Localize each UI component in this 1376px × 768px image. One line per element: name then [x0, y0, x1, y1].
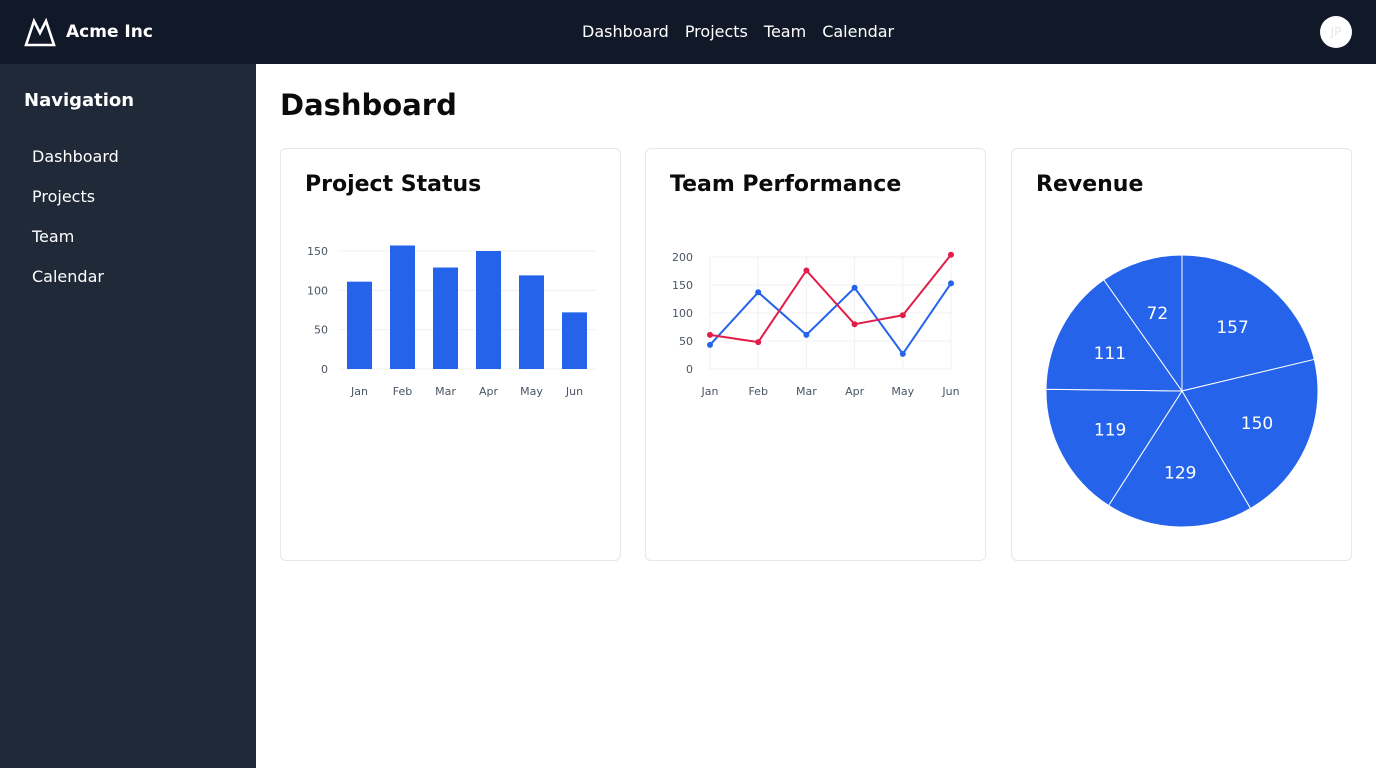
- x-tick-label: Jun: [565, 385, 583, 398]
- sidebar-item-team[interactable]: Team: [32, 227, 74, 246]
- y-tick-label: 0: [321, 363, 328, 376]
- bar: [390, 245, 415, 369]
- data-point: [707, 331, 713, 338]
- sidebar-item-projects[interactable]: Projects: [32, 187, 95, 206]
- revenue-pie-chart: 157 150 129 119 111 72: [1045, 254, 1319, 528]
- x-tick-label: Mar: [435, 385, 456, 398]
- sidebar-title: Navigation: [24, 90, 135, 111]
- data-point: [803, 267, 810, 274]
- team-performance-card: Team Performance 0 50 100 150 200 Jan Feb Mar Ap…: [645, 148, 986, 561]
- series-line-1: [709, 282, 952, 356]
- pie-slice-label: 150: [1241, 414, 1273, 434]
- team-performance-line-chart: 0 50 100 150 200 Jan Feb Mar Apr May Jun: [672, 251, 960, 398]
- x-tick-label: Jan: [701, 385, 719, 398]
- y-tick-label: 100: [307, 284, 328, 297]
- data-point: [851, 284, 858, 291]
- y-tick-label: 150: [672, 279, 693, 292]
- y-tick-label: 100: [672, 307, 693, 320]
- pie-slice-label: 119: [1094, 421, 1126, 441]
- data-point: [851, 321, 858, 328]
- top-nav: Dashboard Projects Team Calendar: [574, 20, 902, 44]
- bar: [347, 281, 372, 369]
- y-tick-label: 150: [307, 245, 328, 258]
- data-point: [948, 251, 954, 258]
- sidebar-item-dashboard[interactable]: Dashboard: [32, 147, 119, 166]
- x-tick-label: Apr: [845, 385, 865, 398]
- bar: [433, 267, 458, 369]
- project-status-card: Project Status 0 50 100 150 Jan Feb Mar Apr May J…: [280, 148, 621, 561]
- pie-slice-label: 111: [1094, 344, 1126, 364]
- data-point: [899, 350, 906, 357]
- x-tick-label: May: [520, 385, 543, 398]
- top-nav-calendar[interactable]: Calendar: [822, 20, 894, 44]
- user-avatar[interactable]: JP: [1320, 16, 1352, 48]
- x-tick-label: Apr: [479, 385, 499, 398]
- data-point: [948, 280, 954, 287]
- bar: [519, 275, 544, 369]
- y-tick-label: 200: [672, 251, 693, 264]
- data-point: [755, 289, 762, 296]
- brand-logo-link[interactable]: Acme Inc: [24, 16, 153, 48]
- series-line-2: [709, 254, 952, 344]
- x-tick-label: Jan: [350, 385, 368, 398]
- y-tick-label: 50: [314, 324, 328, 337]
- data-point: [755, 339, 762, 346]
- top-nav-projects[interactable]: Projects: [685, 20, 748, 44]
- x-tick-label: Jun: [941, 385, 959, 398]
- bar: [476, 251, 501, 369]
- x-tick-label: Feb: [748, 385, 767, 398]
- x-tick-label: Mar: [796, 385, 817, 398]
- y-tick-label: 50: [679, 335, 693, 348]
- x-tick-label: Feb: [393, 385, 412, 398]
- pie-slice-label: 157: [1216, 318, 1248, 338]
- x-tick-label: May: [891, 385, 914, 398]
- data-point: [803, 331, 810, 338]
- top-nav-dashboard[interactable]: Dashboard: [582, 20, 669, 44]
- pie-slice-label: 72: [1147, 304, 1169, 324]
- y-tick-label: 0: [686, 363, 693, 376]
- top-nav-team[interactable]: Team: [764, 20, 806, 44]
- sidebar: Navigation Dashboard Projects Team Calen…: [0, 64, 256, 768]
- pie-slice-label: 129: [1164, 464, 1196, 484]
- revenue-card: Revenue 157 150 129 119 111 72: [1011, 148, 1352, 561]
- data-point: [899, 312, 906, 319]
- mountain-icon: [24, 17, 56, 47]
- data-point: [707, 341, 713, 348]
- bar: [562, 312, 587, 369]
- page-title: Dashboard: [280, 88, 457, 122]
- top-navbar: Acme Inc Dashboard Projects Team Calenda…: [0, 0, 1376, 64]
- sidebar-item-calendar[interactable]: Calendar: [32, 267, 104, 286]
- project-status-bar-chart: 0 50 100 150 Jan Feb Mar Apr May Jun: [307, 245, 596, 398]
- brand-name: Acme Inc: [66, 22, 153, 42]
